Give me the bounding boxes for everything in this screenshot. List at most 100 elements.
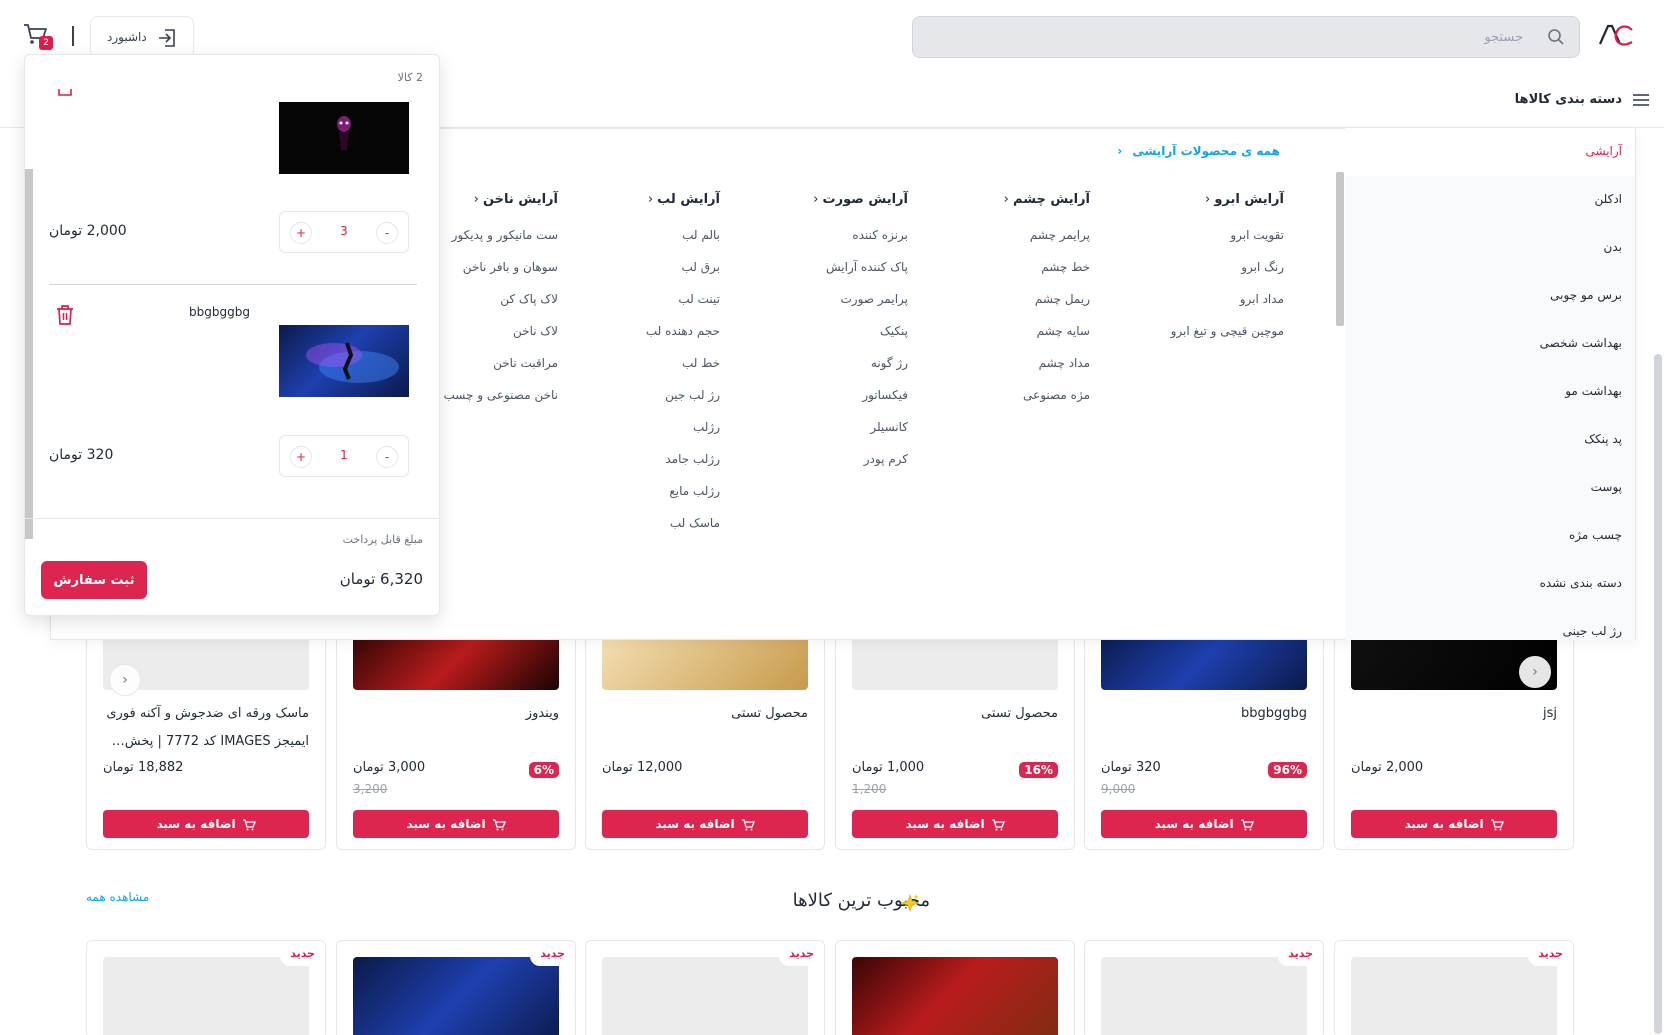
- site-logo[interactable]: [1598, 22, 1634, 50]
- categories-toggle[interactable]: دسته بندی کالاها: [1508, 90, 1650, 114]
- increase-button[interactable]: +: [290, 222, 312, 244]
- subcategory-link[interactable]: رژ لب جین: [665, 388, 720, 402]
- product-image[interactable]: [852, 957, 1058, 1035]
- quantity-stepper[interactable]: + 1 -: [279, 435, 409, 477]
- subcategory-column-title[interactable]: آرایش صورت ‹: [813, 192, 908, 207]
- subcategory-link[interactable]: ناخن مصنوعی و چسب: [443, 388, 558, 402]
- subcategory-link[interactable]: پاک کننده آرایش: [826, 260, 908, 274]
- subcategory-link[interactable]: فیکساتور: [862, 388, 908, 402]
- add-to-cart-button[interactable]: اضافه به سبد: [602, 810, 808, 838]
- subcategory-link[interactable]: برنزه کننده: [852, 228, 908, 242]
- sidebar-item[interactable]: چسب مژه: [1569, 528, 1622, 542]
- subcategory-link[interactable]: ریمل چشم: [1035, 292, 1090, 306]
- sidebar-item[interactable]: بهداشت شخصی: [1540, 336, 1622, 350]
- subcategory-link[interactable]: تینت لب: [678, 292, 720, 306]
- product-card[interactable]: محصول تستی 12,000 تومان اضافه به سبد: [585, 628, 825, 850]
- increase-button[interactable]: +: [290, 446, 312, 468]
- cart-scrollbar[interactable]: [25, 169, 33, 539]
- subcategory-column-title[interactable]: آرایش چشم ‹: [1004, 192, 1090, 207]
- popular-product-card[interactable]: [835, 940, 1075, 1035]
- subcategory-link[interactable]: برق لب: [681, 260, 720, 274]
- delete-icon[interactable]: [55, 304, 75, 326]
- subcategory-link[interactable]: لاک ناخن: [513, 324, 558, 338]
- dashboard-button[interactable]: داشبورد: [90, 16, 194, 58]
- subcategory-link[interactable]: رژلب: [693, 420, 720, 434]
- subcategory-link[interactable]: بالم لب: [682, 228, 720, 242]
- subcategory-link[interactable]: پنکیک: [880, 324, 908, 338]
- delete-icon[interactable]: [55, 89, 75, 99]
- subcategory-link[interactable]: سایه چشم: [1037, 324, 1090, 338]
- search-icon[interactable]: [1547, 28, 1565, 46]
- subcategory-column-title[interactable]: آرایش لب ‹: [648, 192, 720, 207]
- subcategory-link[interactable]: ست مانیکور و پدیکور: [452, 228, 558, 242]
- product-title[interactable]: ویندوز: [353, 700, 559, 728]
- sidebar-item[interactable]: پوست: [1591, 480, 1622, 494]
- all-products-link[interactable]: همه ی محصولات آرایشی ‹: [1117, 144, 1280, 158]
- search-input[interactable]: [913, 17, 1533, 57]
- subcategory-column-title[interactable]: آرایش ابرو ‹: [1205, 192, 1284, 207]
- mega-scrollbar[interactable]: [1336, 172, 1344, 326]
- product-card[interactable]: محصول تستی 1,000 تومان 1,200 16% اضافه به سب…: [835, 628, 1075, 850]
- sidebar-item[interactable]: ادکلن: [1595, 192, 1623, 206]
- product-card[interactable]: ویندوز 3,000 تومان 3,200 6% اضافه به سبد: [336, 628, 576, 850]
- popular-product-card[interactable]: جدید: [1084, 940, 1324, 1035]
- add-to-cart-button[interactable]: اضافه به سبد: [353, 810, 559, 838]
- sidebar-item[interactable]: برس مو چوبی: [1550, 288, 1622, 302]
- product-image[interactable]: [353, 957, 559, 1035]
- product-card[interactable]: ماسک ورقه ای ضدجوش و آکنه فوری ایمیجز IM…: [86, 628, 326, 850]
- add-to-cart-button[interactable]: اضافه به سبد: [852, 810, 1058, 838]
- subcategory-link[interactable]: رژلب مایع: [669, 484, 720, 498]
- product-title[interactable]: محصول تستی: [852, 700, 1058, 728]
- next-arrow-button[interactable]: ›: [1519, 656, 1551, 688]
- view-all-link[interactable]: مشاهده همه: [86, 890, 149, 904]
- subcategory-link[interactable]: مراقبت ناخن: [493, 356, 558, 370]
- subcategory-link[interactable]: حجم دهنده لب: [646, 324, 720, 338]
- popular-product-card[interactable]: جدید: [1334, 940, 1574, 1035]
- product-image[interactable]: [602, 957, 808, 1035]
- subcategory-link[interactable]: ماسک لب: [670, 516, 720, 530]
- decrease-button[interactable]: -: [376, 446, 398, 468]
- sidebar-item[interactable]: دسته بندی نشده: [1540, 576, 1622, 590]
- product-title[interactable]: ماسک ورقه ای ضدجوش و آکنه فوری ایمیجز IM…: [103, 700, 309, 756]
- add-to-cart-button[interactable]: اضافه به سبد: [1101, 810, 1307, 838]
- popular-product-card[interactable]: جدید: [336, 940, 576, 1035]
- subcategory-link[interactable]: خط چشم: [1041, 260, 1090, 274]
- product-image[interactable]: [1101, 957, 1307, 1035]
- product-image[interactable]: [103, 957, 309, 1035]
- sidebar-item[interactable]: رژ لب جینی: [1563, 624, 1622, 638]
- subcategory-link[interactable]: لاک پاک کن: [500, 292, 558, 306]
- popular-product-card[interactable]: جدید: [585, 940, 825, 1035]
- subcategory-link[interactable]: کرم پودر: [864, 452, 908, 466]
- sidebar-item[interactable]: بهداشت مو: [1565, 384, 1622, 398]
- submit-order-button[interactable]: ثبت سفارش: [41, 561, 147, 599]
- subcategory-link[interactable]: مداد چشم: [1039, 356, 1090, 370]
- subcategory-link[interactable]: مژه مصنوعی: [1023, 388, 1090, 402]
- add-to-cart-button[interactable]: اضافه به سبد: [103, 810, 309, 838]
- search-box[interactable]: [912, 16, 1580, 58]
- subcategory-link[interactable]: رژ گونه: [871, 356, 908, 370]
- prev-arrow-button[interactable]: ›: [109, 664, 141, 696]
- subcategory-link[interactable]: پرایمر چشم: [1030, 228, 1090, 242]
- popular-product-card[interactable]: جدید: [86, 940, 326, 1035]
- subcategory-column-title[interactable]: آرایش ناخن ‹: [474, 192, 558, 207]
- subcategory-link[interactable]: تقویت ابرو: [1230, 228, 1284, 242]
- quantity-stepper[interactable]: + 3 -: [279, 211, 409, 253]
- product-title[interactable]: محصول تستی: [602, 700, 808, 728]
- subcategory-link[interactable]: پرایمر صورت: [841, 292, 909, 306]
- page-scrollbar[interactable]: [1654, 354, 1662, 1034]
- subcategory-link[interactable]: مداد ابرو: [1240, 292, 1284, 306]
- subcategory-link[interactable]: رنگ ابرو: [1241, 260, 1284, 274]
- sidebar-item[interactable]: بدن: [1604, 240, 1622, 254]
- product-card[interactable]: bbgbggbg 320 تومان 9,000 96% اضافه به سبد: [1084, 628, 1324, 850]
- decrease-button[interactable]: -: [376, 222, 398, 244]
- product-title[interactable]: bbgbggbg: [1101, 700, 1307, 728]
- subcategory-link[interactable]: رژلب جامد: [665, 452, 720, 466]
- sidebar-item[interactable]: پد پنکک: [1584, 432, 1622, 446]
- product-image[interactable]: [1351, 957, 1557, 1035]
- add-to-cart-button[interactable]: اضافه به سبد: [1351, 810, 1557, 838]
- subcategory-link[interactable]: سوهان و بافر ناخن: [463, 260, 558, 274]
- product-title[interactable]: jsj: [1351, 700, 1557, 728]
- sidebar-item[interactable]: آرایشی: [1585, 144, 1622, 158]
- subcategory-link[interactable]: موچین قیچی و تیغ ابرو: [1171, 324, 1284, 338]
- subcategory-link[interactable]: کانسیلر: [870, 420, 908, 434]
